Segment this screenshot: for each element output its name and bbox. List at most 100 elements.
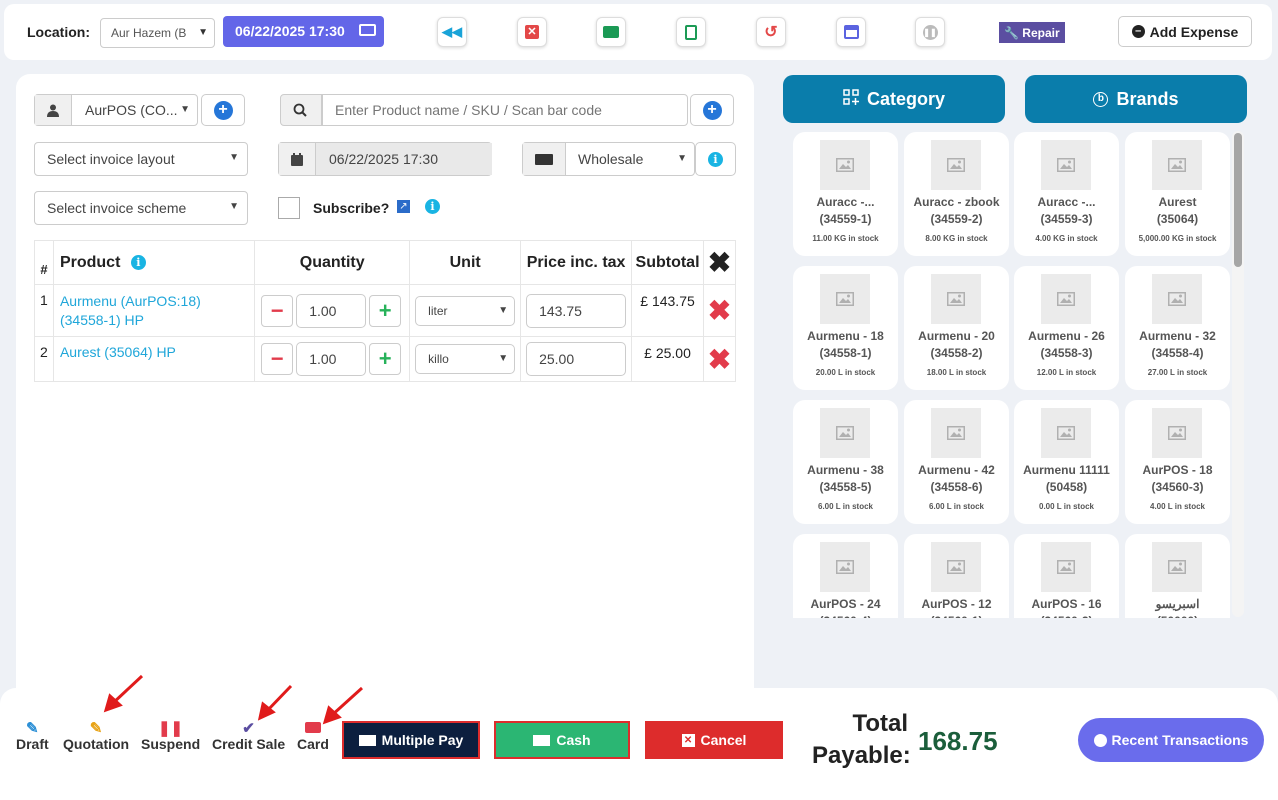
product-card[interactable]: Auracc -... (34559-3) 4.00 KG in stock <box>1014 132 1119 256</box>
product-name-link[interactable]: Aurmenu (AurPOS:18) (34558-1) HP <box>52 284 256 337</box>
product-grid-scrollbar[interactable] <box>1232 131 1244 617</box>
fullscreen-button[interactable] <box>836 17 866 47</box>
quotation-button[interactable]: ✎ Quotation <box>63 719 129 752</box>
minus-circle-icon: – <box>1131 25 1145 38</box>
price-input[interactable]: 143.75 <box>526 293 627 328</box>
add-customer-button[interactable]: + <box>201 94 245 126</box>
unit-cell: liter ▼ <box>409 284 522 337</box>
info-icon[interactable]: i <box>425 199 440 214</box>
product-card[interactable]: Auracc - zbook (34559-2) 8.00 KG in stock <box>904 132 1009 256</box>
credit-sale-label: Credit Sale <box>212 736 286 752</box>
invoice-layout-select[interactable]: Select invoice layout ▼ <box>34 142 248 176</box>
transaction-date-field[interactable]: 06/22/2025 17:30 <box>278 142 492 176</box>
wrench-icon: 🔧 <box>1004 25 1020 40</box>
cancel-label: Cancel <box>700 732 747 748</box>
product-card[interactable]: Aurmenu - 18 (34558-1) 20.00 L in stock <box>793 266 898 390</box>
scrollbar-thumb[interactable] <box>1234 133 1242 267</box>
cash-button[interactable]: Cash <box>494 721 630 759</box>
product-code: (34558-3) <box>1040 346 1093 360</box>
product-card[interactable]: AurPOS - 24 (34560-4) <box>793 534 898 618</box>
edit-icon: ✎ <box>89 720 103 737</box>
card-button[interactable]: Card <box>297 719 329 752</box>
chevron-down-icon: ▼ <box>229 152 239 163</box>
customer-select[interactable]: AurPOS (CO... ▼ <box>34 94 198 126</box>
image-placeholder-icon <box>1152 140 1202 190</box>
product-card-name: Aurmenu - 20 (34558-2) <box>908 328 1005 362</box>
price-group-info-button[interactable]: i <box>695 142 736 176</box>
product-card[interactable]: Aurmenu 11111 (50458) 0.00 L in stock <box>1014 400 1119 524</box>
product-card[interactable]: AurPOS - 16 (34560-2) <box>1014 534 1119 618</box>
unit-select[interactable]: killo ▼ <box>415 344 516 374</box>
plus-circle-icon: + <box>213 100 233 120</box>
undo-icon: ↺ <box>764 24 778 41</box>
close-icon: ✖ <box>707 247 732 278</box>
unit-select[interactable]: liter ▼ <box>415 295 516 326</box>
draft-button[interactable]: ✎ Draft <box>16 719 49 752</box>
credit-sale-button[interactable]: ✔ Credit Sale <box>212 719 285 752</box>
calculator-button[interactable] <box>676 17 706 47</box>
product-card-name: Aurmenu - 42 (34558-6) <box>908 462 1005 496</box>
product-card[interactable]: Aurmenu - 38 (34558-5) 6.00 L in stock <box>793 400 898 524</box>
transaction-date-value: 06/22/2025 17:30 <box>329 151 438 167</box>
subscribe-checkbox[interactable] <box>278 197 300 219</box>
external-link-icon[interactable]: ↗ <box>397 200 410 213</box>
increase-quantity-button[interactable]: + <box>369 294 402 327</box>
product-name-link[interactable]: Aurest (35064) HP <box>52 336 256 382</box>
product-card-name: Aurest (35064) <box>1129 194 1226 228</box>
add-expense-button[interactable]: – Add Expense <box>1118 16 1252 47</box>
invoice-scheme-placeholder: Select invoice scheme <box>47 200 187 216</box>
product-card[interactable]: Aurest (35064) 5,000.00 KG in stock <box>1125 132 1230 256</box>
recent-transactions-button[interactable]: Recent Transactions <box>1078 718 1264 762</box>
rewind-button[interactable]: ◀◀ <box>437 17 467 47</box>
remove-row-button[interactable]: ✖ <box>703 284 736 337</box>
cancel-button[interactable]: ✕ Cancel <box>645 721 783 759</box>
column-header-label: Product <box>59 253 121 271</box>
chevron-down-icon: ▼ <box>229 201 239 212</box>
column-header: # <box>34 240 54 285</box>
image-placeholder-icon <box>1152 274 1202 324</box>
multiple-pay-button[interactable]: Multiple Pay <box>342 721 480 759</box>
grid-plus-icon <box>843 88 859 110</box>
quantity-input[interactable]: 1.00 <box>296 293 367 328</box>
product-card[interactable]: AurPOS - 18 (34560-3) 4.00 L in stock <box>1125 400 1230 524</box>
decrease-quantity-button[interactable]: − <box>261 294 294 327</box>
subscribe-label: Subscribe? <box>313 200 390 216</box>
image-placeholder-icon <box>820 408 870 458</box>
register-details-button[interactable] <box>596 17 626 47</box>
close-icon: ✖ <box>707 295 732 326</box>
product-card[interactable]: Aurmenu - 32 (34558-4) 27.00 L in stock <box>1125 266 1230 390</box>
quantity-cell: − 1.00 + <box>254 284 411 337</box>
pause-button[interactable]: ❚❚ <box>915 17 945 47</box>
price-input[interactable]: 25.00 <box>526 342 627 376</box>
product-card[interactable]: Auracc -... (34559-1) 11.00 KG in stock <box>793 132 898 256</box>
invoice-scheme-select[interactable]: Select invoice scheme ▼ <box>34 191 248 225</box>
clear-all-button[interactable]: ✖ <box>703 240 736 285</box>
product-card[interactable]: اسبريسو (50000) <box>1125 534 1230 618</box>
product-card[interactable]: Aurmenu - 26 (34558-3) 12.00 L in stock <box>1014 266 1119 390</box>
datetime-button[interactable]: 06/22/2025 17:30 <box>223 16 384 47</box>
product-card-name: Aurmenu 11111 (50458) <box>1018 462 1115 496</box>
add-product-button[interactable]: + <box>690 94 734 126</box>
price-group-select[interactable]: Wholesale ▼ <box>522 142 695 176</box>
undo-button[interactable]: ↺ <box>756 17 786 47</box>
close-register-button[interactable]: ✕ <box>517 17 547 47</box>
category-button[interactable]: Category <box>783 75 1005 123</box>
brands-button[interactable]: b Brands <box>1025 75 1247 123</box>
quantity-input[interactable]: 1.00 <box>296 342 367 376</box>
calendar-icon <box>279 143 316 175</box>
product-stock: 6.00 L in stock <box>818 502 873 511</box>
product-search-input[interactable] <box>322 94 688 126</box>
row-number: 2 <box>34 336 54 382</box>
product-code: (34560-4) <box>797 613 894 618</box>
info-icon[interactable]: i <box>130 254 146 270</box>
location-select[interactable]: Aur Hazem (B ▼ <box>100 18 215 48</box>
product-card[interactable]: Aurmenu - 42 (34558-6) 6.00 L in stock <box>904 400 1009 524</box>
repair-button[interactable]: 🔧 Repair <box>999 22 1065 43</box>
money-icon <box>533 734 551 746</box>
decrease-quantity-button[interactable]: − <box>261 343 294 375</box>
remove-row-button[interactable]: ✖ <box>703 336 736 382</box>
product-card[interactable]: Aurmenu - 20 (34558-2) 18.00 L in stock <box>904 266 1009 390</box>
suspend-button[interactable]: ❚❚ Suspend <box>141 719 200 752</box>
product-card[interactable]: AurPOS - 12 (34560-1) <box>904 534 1009 618</box>
increase-quantity-button[interactable]: + <box>369 343 402 375</box>
